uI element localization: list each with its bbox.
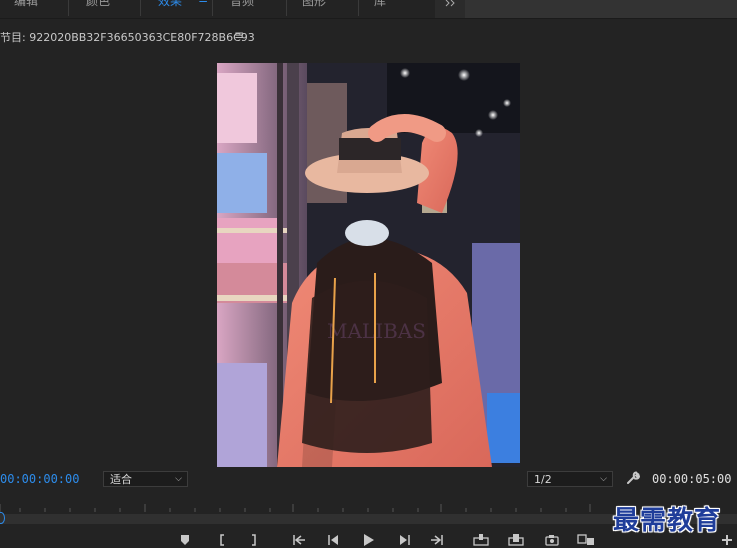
- zoom-level-select[interactable]: 适合 ⌵: [103, 471, 188, 487]
- panel-menu-icon[interactable]: ≡: [234, 28, 244, 42]
- program-viewer[interactable]: MALIBAS: [217, 63, 520, 467]
- step-back-icon[interactable]: [327, 534, 339, 546]
- export-frame-icon[interactable]: [545, 534, 559, 546]
- mark-in-icon[interactable]: [218, 534, 226, 546]
- chevron-down-icon: ⌵: [175, 474, 182, 484]
- tab-graphics[interactable]: 图形: [302, 0, 326, 9]
- settings-wrench-icon[interactable]: [626, 471, 640, 485]
- tab-color[interactable]: 颜色: [86, 0, 110, 9]
- tab-editing[interactable]: 编辑: [14, 0, 38, 9]
- add-button-icon[interactable]: [721, 534, 733, 546]
- tab-divider: [68, 0, 69, 16]
- svg-text:MALIBAS: MALIBAS: [327, 319, 426, 343]
- play-icon[interactable]: [363, 534, 375, 546]
- tab-divider: [140, 0, 141, 16]
- watermark-logo: 最需教育: [613, 506, 722, 536]
- duration-timecode: 00:00:05:00: [652, 472, 732, 486]
- chevron-down-icon: ⌵: [600, 474, 607, 484]
- tab-audio[interactable]: 音频: [230, 0, 254, 9]
- panel-title: 节目: 922020BB32F36650363CE80F728B6C93: [0, 31, 255, 44]
- current-timecode[interactable]: 00:00:00:00: [0, 472, 79, 486]
- zoom-level-value: 适合: [110, 473, 132, 486]
- playback-resolution-select[interactable]: 1/2 ⌵: [527, 471, 613, 487]
- go-to-in-icon[interactable]: [292, 534, 306, 546]
- tab-divider: [286, 0, 287, 16]
- overflow-tab-button[interactable]: [435, 0, 465, 18]
- compare-view-icon[interactable]: [577, 534, 595, 546]
- video-frame: MALIBAS: [217, 63, 520, 467]
- tab-effects[interactable]: 效果: [158, 0, 182, 9]
- insert-icon[interactable]: [473, 534, 489, 546]
- workspace-tab-bar: 编辑 颜色 效果 ≡ 音频 图形 库: [0, 0, 737, 19]
- tab-divider: [212, 0, 213, 16]
- tab-menu-icon[interactable]: ≡: [198, 0, 208, 6]
- tab-libraries[interactable]: 库: [374, 0, 386, 9]
- go-to-out-icon[interactable]: [430, 534, 444, 546]
- playback-resolution-value: 1/2: [534, 473, 552, 486]
- overwrite-icon[interactable]: [508, 534, 524, 546]
- marker-icon[interactable]: [180, 534, 190, 546]
- tab-divider: [358, 0, 359, 16]
- double-chevron-icon: [445, 0, 455, 7]
- step-forward-icon[interactable]: [399, 534, 411, 546]
- mark-out-icon[interactable]: [250, 534, 258, 546]
- workspace-bar-spacer: [465, 0, 737, 18]
